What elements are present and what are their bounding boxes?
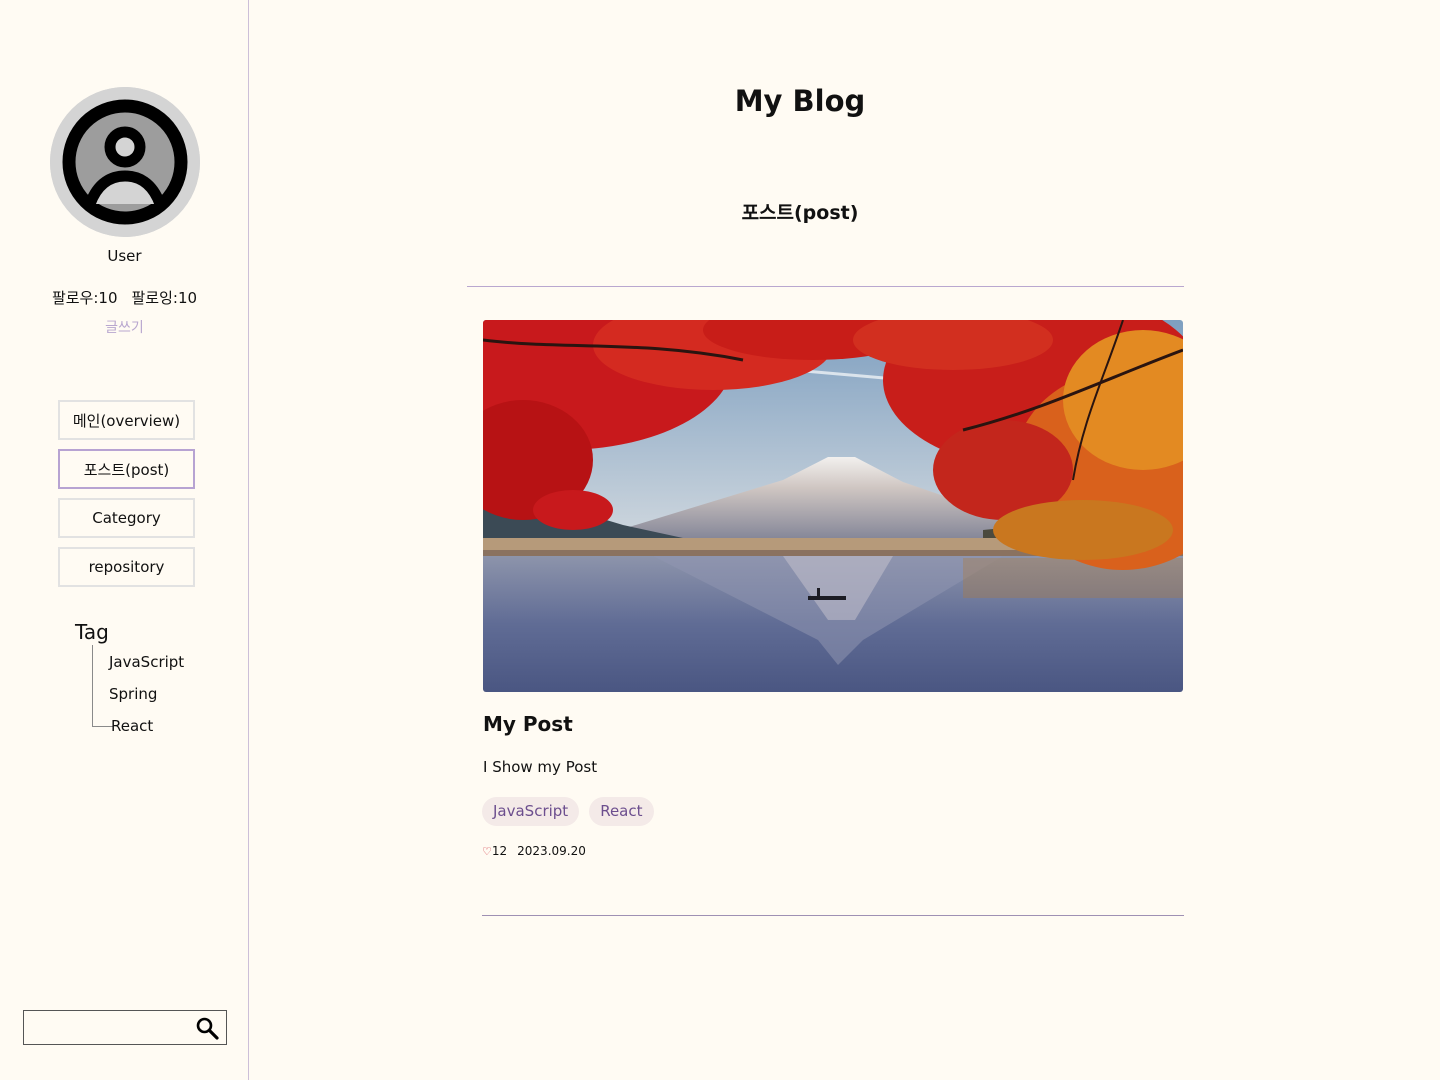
like-count: 12: [491, 844, 508, 858]
post-tag-javascript[interactable]: JavaScript: [482, 797, 580, 826]
tag-item-react[interactable]: React: [111, 717, 153, 735]
sidebar-nav: 메인(overview) 포스트(post) Category reposito…: [58, 400, 195, 596]
followers-count[interactable]: 팔로우:10: [52, 289, 118, 307]
user-avatar-icon: [50, 87, 200, 237]
nav-overview-button[interactable]: 메인(overview): [58, 400, 195, 440]
post-meta: ♡ 12 2023.09.20: [482, 844, 586, 858]
post-tags: JavaScript React: [482, 797, 654, 826]
nav-repository-button[interactable]: repository: [58, 547, 195, 587]
nav-category-button[interactable]: Category: [58, 498, 195, 538]
search-box: [23, 1010, 227, 1045]
tag-heading: Tag: [75, 620, 109, 644]
tag-item-spring[interactable]: Spring: [109, 685, 157, 703]
heart-icon[interactable]: ♡: [482, 845, 492, 858]
post-thumbnail[interactable]: [483, 320, 1183, 692]
nav-post-button[interactable]: 포스트(post): [58, 449, 195, 489]
search-icon[interactable]: [195, 1016, 219, 1040]
username: User: [107, 247, 142, 265]
post-title[interactable]: My Post: [483, 712, 573, 736]
following-count[interactable]: 팔로잉:10: [132, 289, 198, 307]
post-divider: [482, 915, 1184, 916]
sidebar: User 팔로우:10 팔로잉:10 글쓰기 메인(overview) 포스트(p…: [0, 0, 249, 1080]
tag-section: Tag JavaScript Spring React: [75, 620, 184, 735]
tag-item-javascript[interactable]: JavaScript: [109, 653, 184, 671]
section-title: 포스트(post): [741, 202, 859, 224]
follow-stats: 팔로우:10 팔로잉:10: [0, 287, 249, 308]
avatar[interactable]: [50, 87, 200, 237]
landscape-image: [483, 320, 1183, 692]
post-tag-react[interactable]: React: [589, 797, 654, 826]
post-date: 2023.09.20: [517, 844, 586, 858]
search-input[interactable]: [28, 1013, 192, 1043]
blog-title: My Blog: [734, 84, 866, 118]
section-divider: [467, 286, 1184, 287]
post-excerpt: I Show my Post: [483, 758, 598, 776]
write-post-link[interactable]: 글쓰기: [0, 317, 249, 337]
